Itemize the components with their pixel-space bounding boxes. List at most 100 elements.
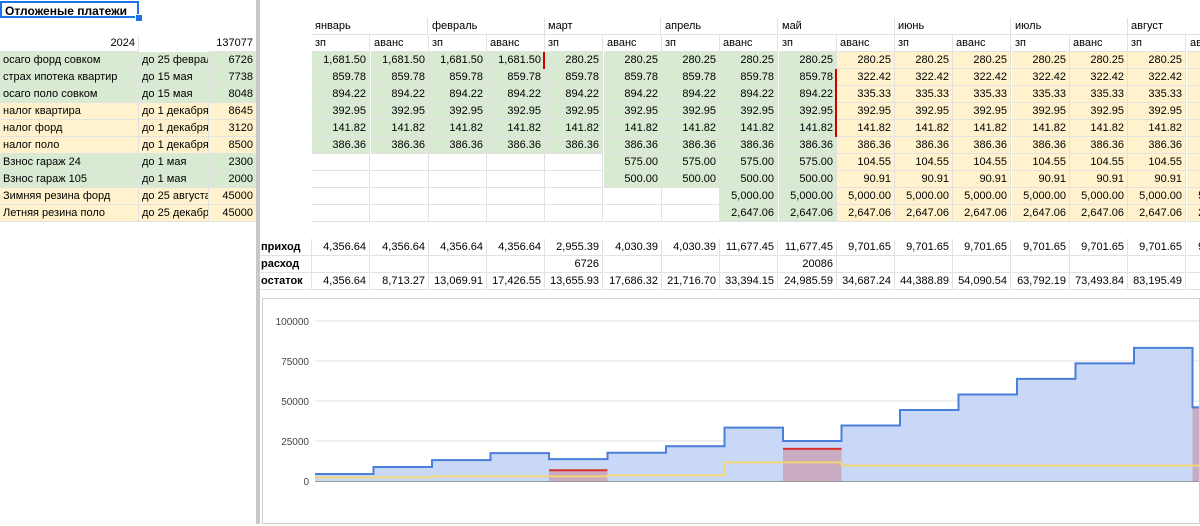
amount-cell[interactable]: 500.00 bbox=[662, 171, 720, 188]
month-header[interactable]: январь bbox=[312, 18, 428, 35]
amount-cell[interactable]: 859.78 bbox=[779, 69, 837, 86]
amount-cell[interactable]: 322.42 bbox=[837, 69, 895, 86]
amount-cell[interactable]: 141.82 bbox=[604, 120, 662, 137]
amount-cell[interactable]: 575.00 bbox=[720, 154, 778, 171]
amount-cell[interactable]: 1,681.50 bbox=[371, 52, 429, 69]
summary-value-cell[interactable] bbox=[429, 256, 487, 273]
summary-value-cell[interactable] bbox=[1070, 256, 1128, 273]
amount-cell[interactable]: 335.33 bbox=[953, 86, 1011, 103]
amount-cell[interactable]: 2,647.06 bbox=[1012, 205, 1070, 222]
amount-cell[interactable]: 392.95 bbox=[662, 103, 720, 120]
pay-type-header[interactable]: зп bbox=[895, 35, 953, 52]
item-due-cell[interactable]: до 15 мая bbox=[139, 69, 209, 86]
item-amount-cell[interactable]: 45000 bbox=[209, 188, 257, 205]
amount-cell[interactable]: 392.95 bbox=[1070, 103, 1128, 120]
amount-cell[interactable]: 335.33 bbox=[895, 86, 953, 103]
amount-cell[interactable] bbox=[429, 205, 487, 222]
amount-cell[interactable]: 280.25 bbox=[895, 52, 953, 69]
item-due-cell[interactable]: до 25 феврал bbox=[139, 52, 209, 69]
sheet-title-cell[interactable]: Отложеные платежи bbox=[0, 1, 139, 18]
item-name-cell[interactable]: Взнос гараж 105 bbox=[0, 171, 139, 188]
summary-value-cell[interactable] bbox=[604, 256, 662, 273]
summary-value-cell[interactable] bbox=[371, 256, 429, 273]
amount-cell[interactable]: 141.82 bbox=[429, 120, 487, 137]
amount-cell[interactable]: 392.95 bbox=[895, 103, 953, 120]
amount-cell[interactable]: 859.78 bbox=[720, 69, 778, 86]
summary-value-cell[interactable]: 21,716.70 bbox=[662, 273, 720, 290]
amount-cell[interactable] bbox=[371, 154, 429, 171]
amount-cell[interactable]: 322.42 bbox=[1128, 69, 1186, 86]
amount-cell[interactable]: 386.36 bbox=[662, 137, 720, 154]
amount-cell[interactable]: 2,647.06 bbox=[1187, 205, 1200, 222]
pay-type-header[interactable]: зп bbox=[1012, 35, 1070, 52]
summary-label-cell[interactable]: расход bbox=[258, 256, 312, 273]
amount-cell[interactable]: 500.00 bbox=[720, 171, 778, 188]
amount-cell[interactable] bbox=[429, 154, 487, 171]
summary-value-cell[interactable]: 4,030.39 bbox=[662, 239, 720, 256]
balance-chart[interactable]: 100000 75000 50000 25000 0 bbox=[262, 298, 1200, 524]
pay-type-header[interactable]: зп bbox=[662, 35, 720, 52]
summary-value-cell[interactable]: 17,686.32 bbox=[604, 273, 662, 290]
amount-cell[interactable]: 392.95 bbox=[312, 103, 370, 120]
amount-cell[interactable]: 392.95 bbox=[953, 103, 1011, 120]
amount-cell[interactable]: 859.78 bbox=[545, 69, 603, 86]
amount-cell[interactable]: 335.33 bbox=[1128, 86, 1186, 103]
month-header[interactable]: февраль bbox=[429, 18, 545, 35]
summary-value-cell[interactable]: 20086 bbox=[779, 256, 837, 273]
amount-cell[interactable]: 90.91 bbox=[1012, 171, 1070, 188]
amount-cell[interactable]: 859.78 bbox=[604, 69, 662, 86]
amount-cell[interactable]: 392.95 bbox=[1012, 103, 1070, 120]
amount-cell[interactable]: 1,681.50 bbox=[487, 52, 545, 69]
pay-type-header[interactable]: аванс bbox=[837, 35, 895, 52]
amount-cell[interactable]: 5,000.00 bbox=[895, 188, 953, 205]
summary-value-cell[interactable] bbox=[895, 256, 953, 273]
amount-cell[interactable]: 280.25 bbox=[604, 52, 662, 69]
amount-cell[interactable]: 280.25 bbox=[837, 52, 895, 69]
amount-cell[interactable]: 859.78 bbox=[487, 69, 545, 86]
amount-cell[interactable]: 392.95 bbox=[1187, 103, 1200, 120]
summary-value-cell[interactable]: 13,655.93 bbox=[545, 273, 603, 290]
amount-cell[interactable]: 386.36 bbox=[1187, 137, 1200, 154]
pay-type-header[interactable]: аванс bbox=[371, 35, 429, 52]
amount-cell[interactable]: 859.78 bbox=[371, 69, 429, 86]
amount-cell[interactable]: 2,647.06 bbox=[1070, 205, 1128, 222]
amount-cell[interactable]: 90.91 bbox=[953, 171, 1011, 188]
summary-value-cell[interactable] bbox=[662, 256, 720, 273]
pay-type-header[interactable]: аванс bbox=[604, 35, 662, 52]
amount-cell[interactable]: 392.95 bbox=[371, 103, 429, 120]
amount-cell[interactable]: 575.00 bbox=[604, 154, 662, 171]
summary-value-cell[interactable]: 24,985.59 bbox=[779, 273, 837, 290]
amount-cell[interactable] bbox=[662, 205, 720, 222]
summary-value-cell[interactable]: 44,388.89 bbox=[895, 273, 953, 290]
amount-cell[interactable]: 894.22 bbox=[779, 86, 837, 103]
summary-value-cell[interactable] bbox=[312, 256, 370, 273]
amount-cell[interactable]: 386.36 bbox=[837, 137, 895, 154]
amount-cell[interactable]: 90.91 bbox=[1187, 171, 1200, 188]
summary-value-cell[interactable]: 9,701.65 bbox=[895, 239, 953, 256]
pay-type-header[interactable]: аванс bbox=[1187, 35, 1200, 52]
amount-cell[interactable]: 5,000.00 bbox=[1012, 188, 1070, 205]
amount-cell[interactable]: 2,647.06 bbox=[720, 205, 778, 222]
summary-value-cell[interactable] bbox=[720, 256, 778, 273]
amount-cell[interactable]: 90.91 bbox=[837, 171, 895, 188]
amount-cell[interactable]: 280.25 bbox=[1070, 52, 1128, 69]
summary-value-cell[interactable]: 4,356.64 bbox=[312, 273, 370, 290]
item-name-cell[interactable]: налог форд bbox=[0, 120, 139, 137]
item-due-cell[interactable]: до 1 декабря bbox=[139, 103, 209, 120]
item-due-cell[interactable]: до 25 декабр bbox=[139, 205, 209, 222]
item-name-cell[interactable]: осаго форд совком bbox=[0, 52, 139, 69]
item-name-cell[interactable]: Летняя резина поло bbox=[0, 205, 139, 222]
amount-cell[interactable]: 386.36 bbox=[720, 137, 778, 154]
amount-cell[interactable] bbox=[312, 171, 370, 188]
summary-value-cell[interactable] bbox=[1128, 256, 1186, 273]
amount-cell[interactable] bbox=[545, 205, 603, 222]
amount-cell[interactable] bbox=[487, 188, 545, 205]
amount-cell[interactable]: 386.36 bbox=[604, 137, 662, 154]
amount-cell[interactable]: 335.33 bbox=[1187, 86, 1200, 103]
amount-cell[interactable]: 392.95 bbox=[779, 103, 837, 120]
amount-cell[interactable] bbox=[312, 188, 370, 205]
amount-cell[interactable]: 392.95 bbox=[837, 103, 895, 120]
amount-cell[interactable] bbox=[604, 188, 662, 205]
pay-type-header[interactable]: аванс bbox=[1070, 35, 1128, 52]
amount-cell[interactable]: 392.95 bbox=[545, 103, 603, 120]
